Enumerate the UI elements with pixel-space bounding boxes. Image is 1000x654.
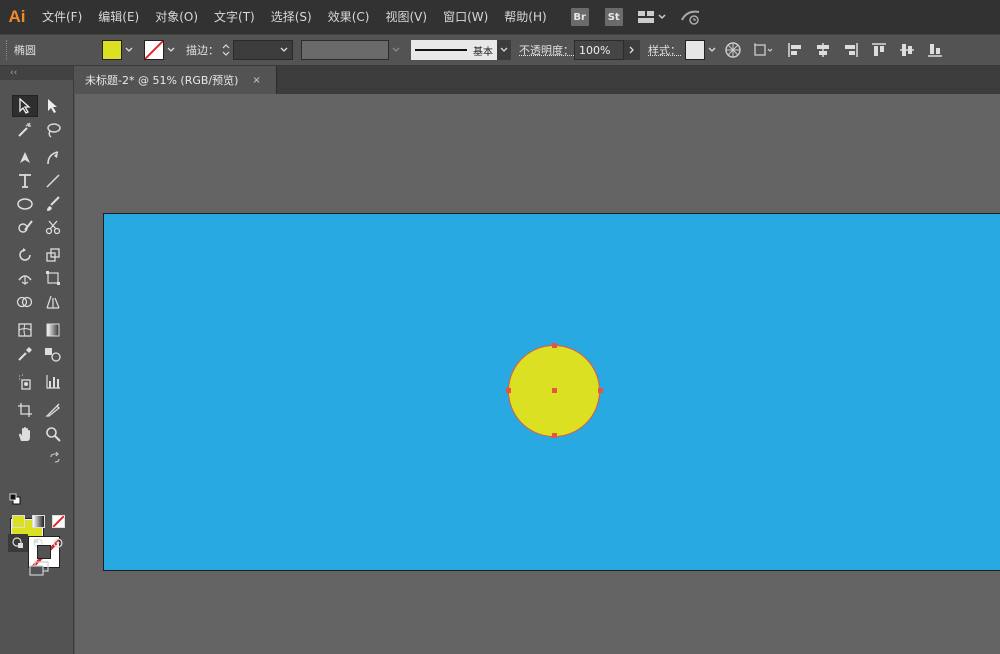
- rotate-tool-icon[interactable]: [12, 244, 38, 266]
- variable-width-dropdown-icon[interactable]: [389, 40, 403, 60]
- gradient-mode-button[interactable]: [32, 515, 45, 528]
- free-transform-tool-icon[interactable]: [40, 267, 66, 289]
- align-top-icon[interactable]: [868, 39, 890, 61]
- menu-view[interactable]: 视图(V): [377, 0, 435, 34]
- align-right-icon[interactable]: [840, 39, 862, 61]
- panel-grip[interactable]: [6, 40, 10, 60]
- pen-tool-icon[interactable]: [12, 147, 38, 169]
- graphic-style-dropdown-icon[interactable]: [705, 40, 719, 60]
- scissors-tool-icon[interactable]: [40, 216, 66, 238]
- stroke-weight-stepper[interactable]: [219, 40, 233, 60]
- direct-selection-tool-icon[interactable]: [40, 95, 66, 117]
- align-bottom-icon[interactable]: [924, 39, 946, 61]
- selection-type-label: 椭圆: [14, 44, 36, 57]
- draw-normal-icon[interactable]: [8, 534, 28, 552]
- anchor-bottom[interactable]: [552, 433, 557, 438]
- menu-edit[interactable]: 编辑(E): [90, 0, 147, 34]
- perspective-grid-tool-icon[interactable]: [40, 291, 66, 313]
- shape-builder-tool-icon[interactable]: [12, 291, 38, 313]
- document-tab-title: 未标题-2* @ 51% (RGB/预览): [85, 74, 239, 87]
- bridge-button[interactable]: Br: [570, 8, 589, 26]
- shaper-tool-icon[interactable]: [12, 216, 38, 238]
- control-bar: 椭圆 描边： 基本 不透明度： 100% 样式：: [0, 34, 1000, 66]
- menu-effect[interactable]: 效果(C): [320, 0, 378, 34]
- draw-inside-icon[interactable]: [48, 534, 68, 552]
- swap-fill-stroke-icon[interactable]: [48, 451, 62, 465]
- ellipse-tool-icon[interactable]: [12, 193, 38, 215]
- variable-width-profile[interactable]: [301, 40, 389, 60]
- stroke-dropdown-icon[interactable]: [164, 40, 178, 60]
- stroke-weight-field[interactable]: [233, 40, 293, 60]
- blend-tool-icon[interactable]: [40, 343, 66, 365]
- brush-definition-label: 基本: [473, 46, 493, 58]
- fill-dropdown-icon[interactable]: [122, 40, 136, 60]
- screen-mode-icon[interactable]: [26, 559, 52, 579]
- menu-help[interactable]: 帮助(H): [496, 0, 554, 34]
- line-tool-icon[interactable]: [40, 170, 66, 192]
- menu-bar: Ai 文件(F) 编辑(E) 对象(O) 文字(T) 选择(S) 效果(C) 视…: [0, 0, 1000, 34]
- gradient-tool-icon[interactable]: [40, 319, 66, 341]
- stroke-weight-label: 描边：: [186, 44, 219, 57]
- recolor-artwork-icon[interactable]: [722, 39, 744, 61]
- artboard[interactable]: [103, 213, 1000, 571]
- center-point[interactable]: [552, 388, 557, 393]
- magic-wand-tool-icon[interactable]: [12, 119, 38, 141]
- scale-tool-icon[interactable]: [40, 244, 66, 266]
- tools-panel: ‹‹: [0, 66, 74, 654]
- shape-properties-icon[interactable]: [750, 39, 778, 61]
- menu-object[interactable]: 对象(O): [147, 0, 206, 34]
- selection-tool-icon[interactable]: [12, 95, 38, 117]
- canvas-area[interactable]: [75, 94, 1000, 654]
- opacity-expand-icon[interactable]: [624, 40, 640, 60]
- paintbrush-tool-icon[interactable]: [40, 193, 66, 215]
- menu-select[interactable]: 选择(S): [263, 0, 320, 34]
- opacity-field[interactable]: 100%: [574, 40, 624, 60]
- close-tab-button[interactable]: ×: [252, 75, 260, 86]
- column-graph-tool-icon[interactable]: [40, 371, 66, 393]
- eyedropper-tool-icon[interactable]: [12, 343, 38, 365]
- app-logo: Ai: [8, 7, 26, 26]
- mesh-tool-icon[interactable]: [12, 319, 38, 341]
- anchor-left[interactable]: [506, 388, 511, 393]
- anchor-top[interactable]: [552, 343, 557, 348]
- style-label: 样式：: [648, 44, 681, 57]
- default-fill-stroke-icon[interactable]: [8, 492, 22, 506]
- hand-tool-icon[interactable]: [12, 423, 38, 445]
- slice-tool-icon[interactable]: [40, 399, 66, 421]
- tools-collapse-button[interactable]: ‹‹: [0, 66, 73, 80]
- document-tabs: 未标题-2* @ 51% (RGB/预览) ×: [75, 66, 1000, 94]
- menu-window[interactable]: 窗口(W): [435, 0, 496, 34]
- workspace-layout-icon[interactable]: [637, 10, 667, 24]
- symbol-sprayer-tool-icon[interactable]: [12, 371, 38, 393]
- type-tool-icon[interactable]: [12, 170, 38, 192]
- opacity-label[interactable]: 不透明度：: [519, 42, 574, 58]
- none-mode-button[interactable]: [52, 515, 65, 528]
- anchor-right[interactable]: [598, 388, 603, 393]
- brush-dropdown-icon[interactable]: [497, 40, 511, 60]
- graphic-style-swatch[interactable]: [685, 40, 705, 60]
- menu-type[interactable]: 文字(T): [206, 0, 263, 34]
- zoom-tool-icon[interactable]: [40, 423, 66, 445]
- lasso-tool-icon[interactable]: [40, 119, 66, 141]
- width-tool-icon[interactable]: [12, 267, 38, 289]
- align-left-icon[interactable]: [784, 39, 806, 61]
- stroke-swatch[interactable]: [144, 40, 164, 60]
- fill-swatch[interactable]: [102, 40, 122, 60]
- stock-button[interactable]: St: [604, 8, 623, 26]
- align-middle-icon[interactable]: [896, 39, 918, 61]
- color-mode-button[interactable]: [12, 515, 25, 528]
- curvature-tool-icon[interactable]: [40, 147, 66, 169]
- align-center-icon[interactable]: [812, 39, 834, 61]
- brush-definition[interactable]: 基本: [411, 40, 497, 60]
- gpu-performance-icon[interactable]: [679, 8, 703, 26]
- artboard-tool-icon[interactable]: [12, 399, 38, 421]
- document-tab[interactable]: 未标题-2* @ 51% (RGB/预览) ×: [75, 66, 277, 94]
- menu-file[interactable]: 文件(F): [34, 0, 90, 34]
